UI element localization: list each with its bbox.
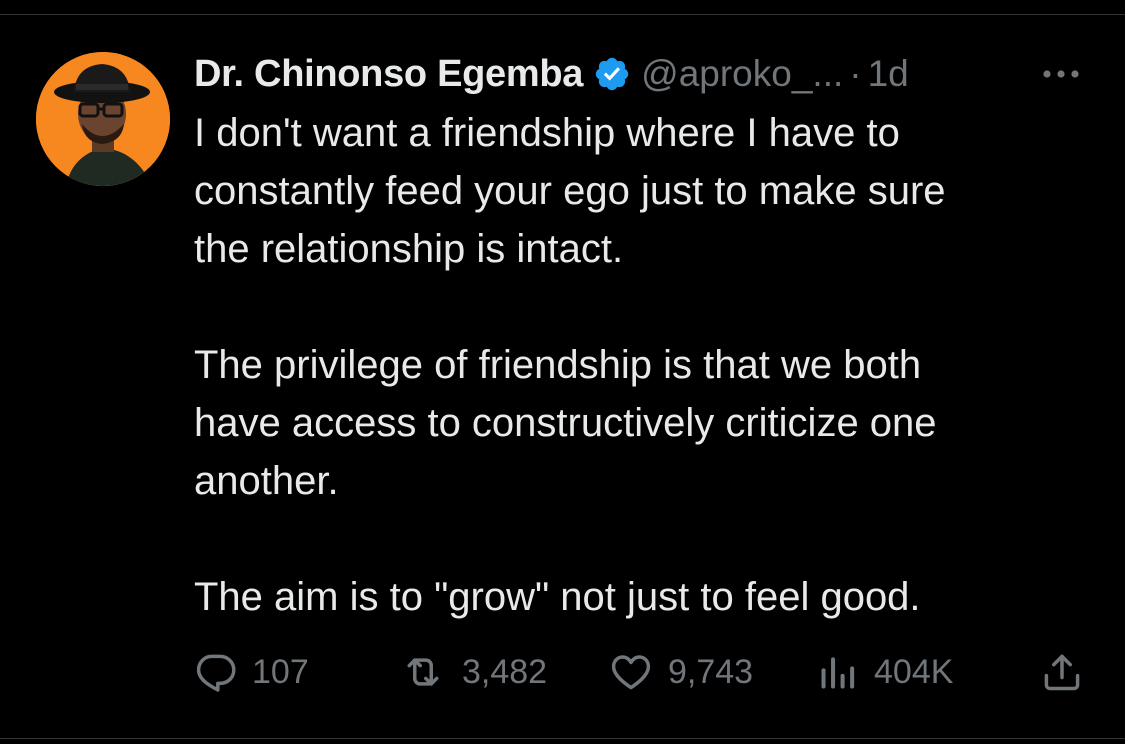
heart-icon [611, 655, 651, 690]
tweet-text: I don't want a friendship where I have t… [194, 111, 946, 619]
share-button[interactable] [1040, 650, 1084, 694]
avatar[interactable] [36, 52, 170, 186]
avatar-photo-icon [36, 52, 170, 186]
analytics-icon [821, 657, 855, 689]
like-button[interactable]: 9,743 [608, 650, 753, 694]
reply-icon [196, 654, 236, 692]
top-divider [0, 14, 1125, 15]
timestamp[interactable]: 1d [868, 53, 909, 95]
bottom-divider [0, 738, 1125, 739]
more-options-icon[interactable] [1038, 56, 1084, 92]
retweet-icon [407, 658, 439, 686]
retweet-count: 3,482 [462, 652, 548, 691]
views-count: 404K [874, 652, 954, 691]
reply-button[interactable]: 107 [194, 650, 309, 694]
share-icon [1044, 654, 1080, 691]
separator-dot: · [849, 53, 862, 94]
tweet-header: Dr. Chinonso Egemba @aproko_... · 1d [194, 50, 909, 98]
like-count: 9,743 [668, 652, 754, 691]
retweet-button[interactable]: 3,482 [398, 650, 547, 694]
handle[interactable]: @aproko_... [641, 53, 843, 95]
display-name[interactable]: Dr. Chinonso Egemba [194, 53, 583, 96]
verified-badge-icon[interactable] [593, 55, 631, 93]
views-button[interactable]: 404K [816, 650, 953, 694]
reply-count: 107 [252, 652, 309, 691]
